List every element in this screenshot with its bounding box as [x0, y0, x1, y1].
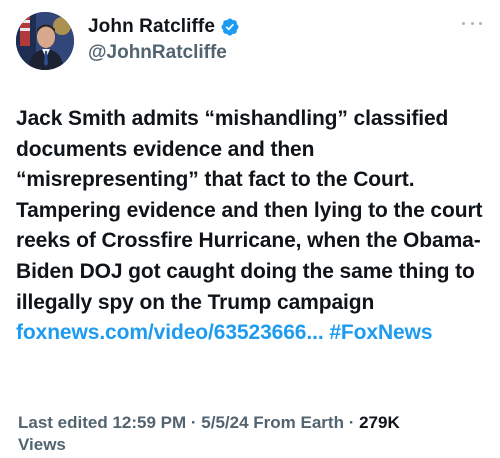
- more-dot: [479, 21, 482, 25]
- edited-timestamp[interactable]: Last edited 12:59 PM · 5/5/24: [18, 413, 249, 432]
- more-dot: [462, 21, 465, 25]
- tweet-text: Jack Smith admits “mishandling” classifi…: [16, 104, 491, 349]
- tweet-body: Jack Smith admits “mishandling” classifi…: [16, 107, 483, 314]
- handle[interactable]: @JohnRatcliffe: [88, 42, 240, 64]
- avatar[interactable]: [16, 12, 74, 70]
- views-label: Views: [18, 435, 66, 454]
- avatar-photo: [16, 12, 74, 70]
- author-info: John Ratcliffe @JohnRatcliffe: [88, 14, 240, 64]
- views-count: 279K: [359, 413, 400, 432]
- tweet-link[interactable]: foxnews.com/video/63523666...: [16, 321, 324, 344]
- hashtag-link[interactable]: #FoxNews: [329, 321, 432, 344]
- tweet-meta: Last edited 12:59 PM · 5/5/24 From Earth…: [18, 412, 488, 456]
- more-dot: [470, 21, 474, 25]
- tweet: John Ratcliffe @JohnRatcliffe Jack Smith…: [0, 0, 500, 458]
- meta-dot: ·: [343, 413, 360, 432]
- more-horizontal-icon[interactable]: [462, 18, 482, 28]
- source-label: From Earth: [253, 413, 344, 432]
- display-name[interactable]: John Ratcliffe: [88, 16, 215, 38]
- verified-badge-icon: [220, 17, 240, 37]
- name-row: John Ratcliffe: [88, 14, 240, 40]
